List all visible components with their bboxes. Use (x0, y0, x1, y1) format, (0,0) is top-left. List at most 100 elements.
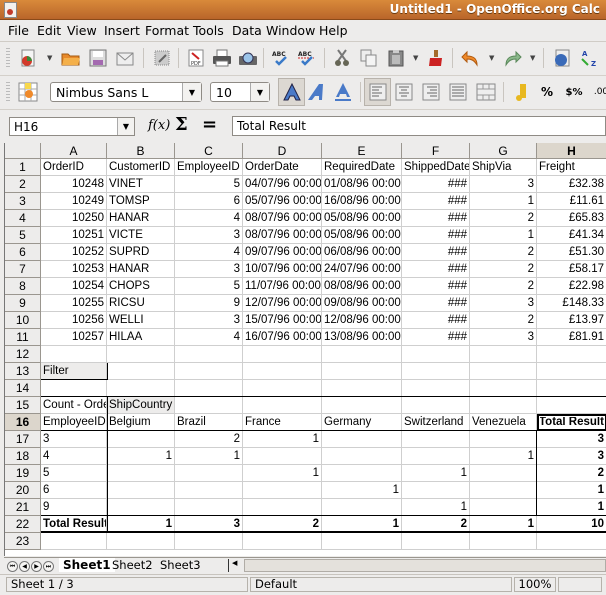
data-cell[interactable]: 10/07/96 00:00 (243, 261, 322, 278)
data-cell[interactable]: 4 (175, 329, 243, 346)
formula-input[interactable]: Total Result (232, 116, 606, 136)
data-cell[interactable]: £13.97 (537, 312, 606, 329)
data-cell[interactable]: 10248 (41, 176, 107, 193)
pivot-value[interactable]: 1 (175, 448, 243, 465)
data-cell[interactable]: 12/08/96 00:00 (322, 312, 402, 329)
empty-cell[interactable] (41, 346, 107, 363)
data-cell[interactable]: WELLI (107, 312, 175, 329)
pivot-value[interactable]: 1 (107, 448, 175, 465)
pivot-column-field-button[interactable]: ShipCountry (107, 397, 175, 414)
empty-cell[interactable] (243, 363, 322, 380)
bold-icon[interactable] (278, 78, 305, 106)
empty-cell[interactable] (243, 397, 322, 414)
name-box-dropdown[interactable]: ▼ (117, 118, 134, 135)
data-cell[interactable]: 12/07/96 00:00 (243, 295, 322, 312)
pivot-row-label[interactable]: 9 (41, 499, 107, 516)
row-header-6[interactable]: 6 (5, 244, 41, 261)
edit-file-icon[interactable] (151, 47, 173, 69)
data-cell[interactable]: 04/07/96 00:00 (243, 176, 322, 193)
row-header-7[interactable]: 7 (5, 261, 41, 278)
menu-view[interactable]: View (67, 23, 97, 38)
row-header-9[interactable]: 9 (5, 295, 41, 312)
undo-dropdown-arrow[interactable]: ▼ (489, 54, 494, 62)
empty-cell[interactable] (175, 397, 243, 414)
toolbar-grip[interactable] (6, 48, 10, 68)
row-header-5[interactable]: 5 (5, 227, 41, 244)
clone-formatting-icon[interactable] (424, 47, 446, 69)
empty-cell[interactable] (470, 482, 537, 499)
new-dropdown-arrow[interactable]: ▼ (47, 54, 52, 62)
data-cell[interactable]: 1 (470, 193, 537, 210)
empty-cell[interactable] (470, 363, 537, 380)
email-icon[interactable] (114, 47, 136, 69)
pivot-column-header[interactable]: Germany (322, 414, 402, 431)
spreadsheet-grid[interactable]: A B C D E F G H 1 2 3 4 5 6 7 8 9 10 11 12 13 14 15 16 17 18 19 20 2… (4, 143, 606, 556)
merge-cells-icon[interactable] (475, 81, 497, 103)
data-cell[interactable]: 13/08/96 00:00 (322, 329, 402, 346)
column-header-g[interactable]: G (470, 143, 537, 159)
page-style[interactable]: Default (250, 577, 512, 592)
data-cell[interactable]: ### (402, 295, 470, 312)
data-cell[interactable]: £41.34 (537, 227, 606, 244)
menu-edit[interactable]: Edit (37, 23, 61, 38)
data-cell[interactable]: HILAA (107, 329, 175, 346)
empty-cell[interactable] (402, 346, 470, 363)
pivot-column-header[interactable]: France (243, 414, 322, 431)
row-header-23[interactable]: 23 (5, 533, 41, 550)
pivot-data-field[interactable]: Count - OrderID (41, 397, 107, 414)
empty-cell[interactable] (107, 363, 175, 380)
data-cell[interactable]: ### (402, 176, 470, 193)
row-header-1[interactable]: 1 (5, 159, 41, 176)
data-cell[interactable]: 10256 (41, 312, 107, 329)
row-header-13[interactable]: 13 (5, 363, 41, 380)
name-box[interactable]: H16 ▼ (9, 117, 135, 136)
column-title[interactable]: OrderID (41, 159, 107, 176)
empty-cell[interactable] (107, 380, 175, 397)
data-cell[interactable]: 10255 (41, 295, 107, 312)
empty-cell[interactable] (107, 499, 175, 516)
data-cell[interactable]: 2 (470, 210, 537, 227)
align-right-icon[interactable] (420, 81, 442, 103)
data-cell[interactable]: VICTE (107, 227, 175, 244)
number-format-icon[interactable]: $% (563, 81, 585, 103)
empty-cell[interactable] (322, 448, 402, 465)
cut-icon[interactable] (331, 47, 353, 69)
data-cell[interactable]: SUPRD (107, 244, 175, 261)
empty-cell[interactable] (470, 499, 537, 516)
empty-cell[interactable] (322, 465, 402, 482)
data-cell[interactable]: 15/07/96 00:00 (243, 312, 322, 329)
empty-cell[interactable] (243, 380, 322, 397)
column-header-d[interactable]: D (243, 143, 322, 159)
styles-icon[interactable] (17, 81, 39, 103)
pivot-row-total[interactable]: 2 (537, 465, 606, 482)
data-cell[interactable]: HANAR (107, 210, 175, 227)
zoom-level[interactable]: 100% (514, 577, 556, 592)
data-cell[interactable]: £81.91 (537, 329, 606, 346)
data-cell[interactable]: 09/08/96 00:00 (322, 295, 402, 312)
data-cell[interactable]: £65.83 (537, 210, 606, 227)
empty-cell[interactable] (175, 346, 243, 363)
column-header-b[interactable]: B (107, 143, 175, 159)
sort-ascending-icon[interactable]: AZ (578, 47, 600, 69)
data-cell[interactable]: ### (402, 329, 470, 346)
data-cell[interactable]: 16/08/96 00:00 (322, 193, 402, 210)
row-header-18[interactable]: 18 (5, 448, 41, 465)
data-cell[interactable]: £32.38 (537, 176, 606, 193)
empty-cell[interactable] (322, 380, 402, 397)
font-size-combo[interactable]: 10 ▼ (210, 82, 270, 102)
italic-icon[interactable] (306, 81, 328, 103)
data-cell[interactable]: 05/08/96 00:00 (322, 227, 402, 244)
data-cell[interactable]: £22.98 (537, 278, 606, 295)
column-header-a[interactable]: A (41, 143, 107, 159)
empty-cell[interactable] (537, 380, 606, 397)
row-header-21[interactable]: 21 (5, 499, 41, 516)
font-name-dropdown[interactable]: ▼ (182, 83, 201, 101)
data-cell[interactable]: 2 (470, 312, 537, 329)
pivot-row-field-button[interactable]: EmployeeID (41, 414, 107, 431)
sheet-tab-sheet2[interactable]: Sheet2 (108, 558, 157, 572)
data-cell[interactable]: RICSU (107, 295, 175, 312)
pivot-row-total[interactable]: 3 (537, 431, 606, 448)
row-header-10[interactable]: 10 (5, 312, 41, 329)
tab-split-handle[interactable] (228, 559, 229, 572)
data-cell[interactable]: ### (402, 210, 470, 227)
